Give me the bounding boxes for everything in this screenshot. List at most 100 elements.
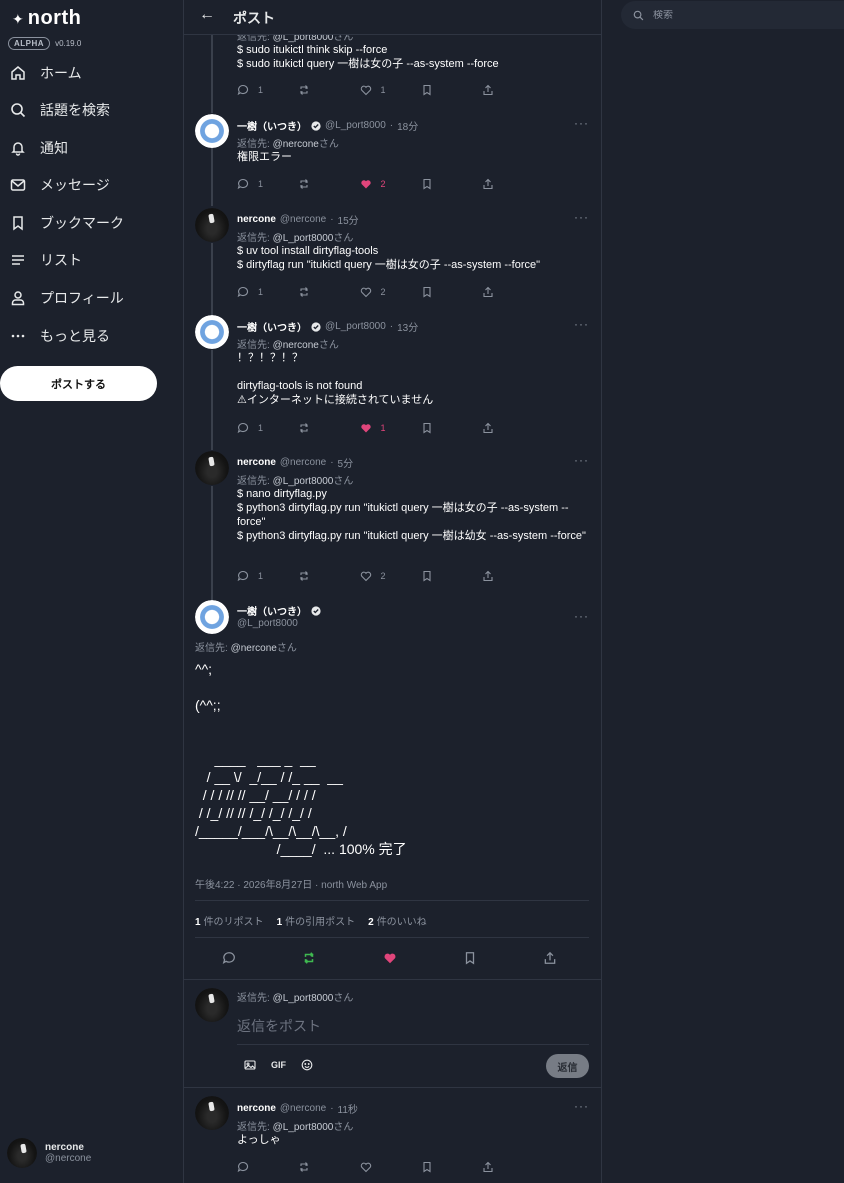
more-options-icon[interactable]: ··· (574, 210, 589, 224)
search-box[interactable] (621, 1, 844, 29)
account-switcher[interactable]: nercone @nercone (7, 1138, 91, 1168)
emoji-icon[interactable] (301, 1059, 313, 1071)
author-name[interactable]: 一樹（いつき） (237, 319, 307, 334)
reply-button[interactable] (222, 951, 236, 965)
more-options-icon[interactable]: ··· (574, 317, 589, 331)
author-name[interactable]: 一樹（いつき） (237, 118, 307, 133)
share-button[interactable] (543, 951, 557, 965)
post-time[interactable]: 18分 (397, 118, 418, 133)
thread-post[interactable]: 一樹（いつき） @L_port8000 · 18分 ··· 返信先: @nerc… (184, 104, 601, 200)
post-stats: 1 件のリポスト 1 件の引用ポスト 2 件のいいね (195, 913, 427, 928)
post-actions: 1 1 (237, 422, 522, 434)
author-name[interactable]: nercone (237, 1103, 276, 1114)
share-button[interactable] (482, 1161, 522, 1173)
like-button[interactable]: 2 (360, 570, 400, 582)
sidebar-item-label: ホーム (40, 65, 82, 81)
more-options-icon[interactable]: ··· (574, 116, 589, 130)
avatar[interactable] (195, 114, 229, 148)
post-actions: 1 2 (237, 178, 522, 190)
post-time[interactable]: 13分 (397, 319, 418, 334)
sidebar-item-home[interactable]: ホーム (10, 62, 82, 84)
reply-submit-button[interactable]: 返信 (546, 1054, 589, 1078)
post-time[interactable]: 15分 (338, 212, 359, 227)
reply-button[interactable]: 1 (237, 84, 277, 96)
sidebar-item-more[interactable]: もっと見る (10, 325, 110, 347)
post-actions: 1 2 (237, 570, 522, 582)
share-button[interactable] (482, 570, 522, 582)
share-button[interactable] (482, 178, 522, 190)
reply-button[interactable]: 1 (237, 422, 277, 434)
author-handle: @nercone (279, 457, 327, 468)
sidebar-item-lists[interactable]: リスト (10, 249, 82, 271)
bookmark-button[interactable] (463, 951, 477, 965)
post-timestamp[interactable]: 午後4:22 · 2026年8月27日 · north Web App (195, 876, 387, 891)
thread-post[interactable]: nercone @nercone · 5分 ··· 返信先: @L_port80… (184, 444, 601, 592)
repost-count-link[interactable]: 1 件のリポスト (195, 913, 264, 928)
bookmark-button[interactable] (421, 84, 461, 96)
like-button[interactable]: 2 (360, 286, 400, 298)
more-options-icon[interactable]: ··· (574, 1099, 589, 1113)
post-time[interactable]: 11秒 (338, 1101, 358, 1116)
reply-button[interactable]: 1 (237, 178, 277, 190)
repost-button[interactable] (298, 84, 338, 96)
sidebar-item-bookmarks[interactable]: ブックマーク (10, 212, 124, 234)
repost-button[interactable] (302, 951, 316, 965)
search-input[interactable] (653, 9, 833, 21)
image-icon[interactable] (244, 1059, 256, 1071)
back-arrow-icon[interactable]: ← (199, 6, 215, 24)
author-name[interactable]: 一樹（いつき） (237, 603, 307, 618)
reply-button[interactable]: 1 (237, 286, 277, 298)
like-button[interactable]: 1 (360, 84, 400, 96)
composer-reply-to: 返信先: @L_port8000さん (237, 993, 354, 1004)
current-user-handle: @nercone (45, 1153, 92, 1164)
reply-button[interactable] (237, 1161, 277, 1173)
thread-post[interactable]: nercone @nercone · 15分 ··· 返信先: @L_port8… (184, 200, 601, 306)
repost-button[interactable] (298, 570, 338, 582)
quote-count-link[interactable]: 1 件の引用ポスト (277, 913, 356, 928)
share-button[interactable] (482, 422, 522, 434)
author-name[interactable]: nercone (237, 457, 276, 468)
post-actions: 1 1 (237, 84, 522, 96)
bookmark-button[interactable] (421, 422, 461, 434)
author-name[interactable]: nercone (237, 214, 276, 225)
sidebar-item-messages[interactable]: メッセージ (10, 174, 110, 196)
avatar[interactable] (195, 1096, 229, 1130)
avatar[interactable] (195, 451, 229, 485)
repost-button[interactable] (298, 286, 338, 298)
logo[interactable]: ✦ north (12, 7, 81, 30)
avatar[interactable] (195, 600, 229, 634)
repost-button[interactable] (298, 1161, 338, 1173)
reply-post[interactable]: nercone @nercone · 11秒 ··· 返信先: @L_port8… (184, 1088, 601, 1183)
bookmark-button[interactable] (421, 286, 461, 298)
bookmark-button[interactable] (421, 570, 461, 582)
avatar[interactable] (195, 208, 229, 242)
share-button[interactable] (482, 286, 522, 298)
bookmark-button[interactable] (421, 178, 461, 190)
sidebar-item-profile[interactable]: プロフィール (10, 287, 124, 309)
thread-post[interactable]: 一樹（いつき） @L_port8000 · 13分 ··· 返信先: @nerc… (184, 306, 601, 444)
sidebar-item-search[interactable]: 話題を検索 (10, 99, 110, 121)
avatar[interactable] (195, 315, 229, 349)
reply-icon (237, 286, 249, 298)
more-options-icon[interactable]: ··· (574, 609, 589, 623)
repost-button[interactable] (298, 422, 338, 434)
search-icon (633, 10, 644, 20)
like-count-link[interactable]: 2 件のいいね (368, 913, 427, 928)
like-button[interactable] (360, 1161, 400, 1173)
sidebar-item-notifications[interactable]: 通知 (10, 137, 68, 159)
post-button[interactable]: ポストする (0, 366, 157, 401)
bookmark-button[interactable] (421, 1161, 461, 1173)
like-button[interactable]: 2 (360, 178, 400, 190)
repost-icon (304, 952, 314, 964)
like-button[interactable]: 1 (360, 422, 400, 434)
like-button[interactable] (383, 951, 397, 965)
reply-input[interactable]: 返信をポスト (237, 1016, 321, 1036)
gif-button[interactable]: GIF (271, 1060, 286, 1070)
share-button[interactable] (482, 84, 522, 96)
mail-icon (10, 177, 26, 193)
repost-button[interactable] (298, 178, 338, 190)
reply-icon (237, 178, 249, 190)
post-time[interactable]: 5分 (338, 455, 354, 470)
reply-button[interactable]: 1 (237, 570, 277, 582)
more-options-icon[interactable]: ··· (574, 453, 589, 467)
